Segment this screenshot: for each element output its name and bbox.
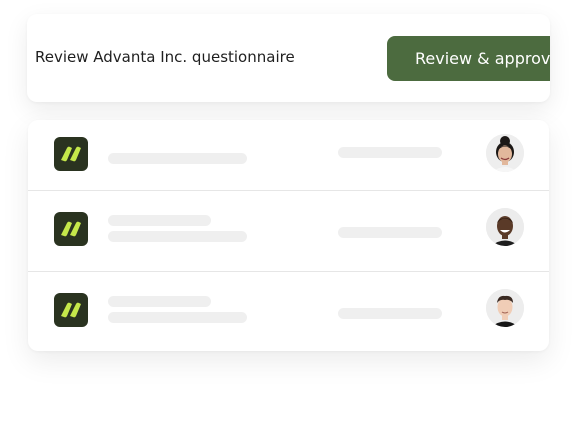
placeholder-line	[338, 147, 442, 158]
placeholder-line	[108, 312, 247, 323]
task-title: Review Advanta Inc. questionnaire	[35, 48, 295, 66]
brand-logo-icon	[54, 137, 88, 171]
review-approve-button[interactable]: Review & approve	[387, 36, 550, 81]
task-card: Review Advanta Inc. questionnaire Review…	[27, 14, 550, 102]
placeholder-line	[108, 296, 211, 307]
smiling-man-avatar[interactable]	[486, 208, 524, 246]
placeholder-line	[338, 308, 442, 319]
placeholder-line	[108, 231, 247, 242]
placeholder-line	[108, 215, 211, 226]
man-with-short-hair-avatar[interactable]	[486, 289, 524, 327]
brand-logo-icon	[54, 293, 88, 327]
list-item[interactable]	[28, 272, 549, 351]
activity-list	[28, 120, 549, 351]
placeholder-line	[338, 227, 442, 238]
woman-with-bun-avatar[interactable]	[486, 134, 524, 172]
page: Review Advanta Inc. questionnaire Review…	[0, 0, 577, 425]
list-item[interactable]	[28, 120, 549, 191]
list-item[interactable]	[28, 191, 549, 272]
placeholder-line	[108, 153, 247, 164]
brand-logo-icon	[54, 212, 88, 246]
